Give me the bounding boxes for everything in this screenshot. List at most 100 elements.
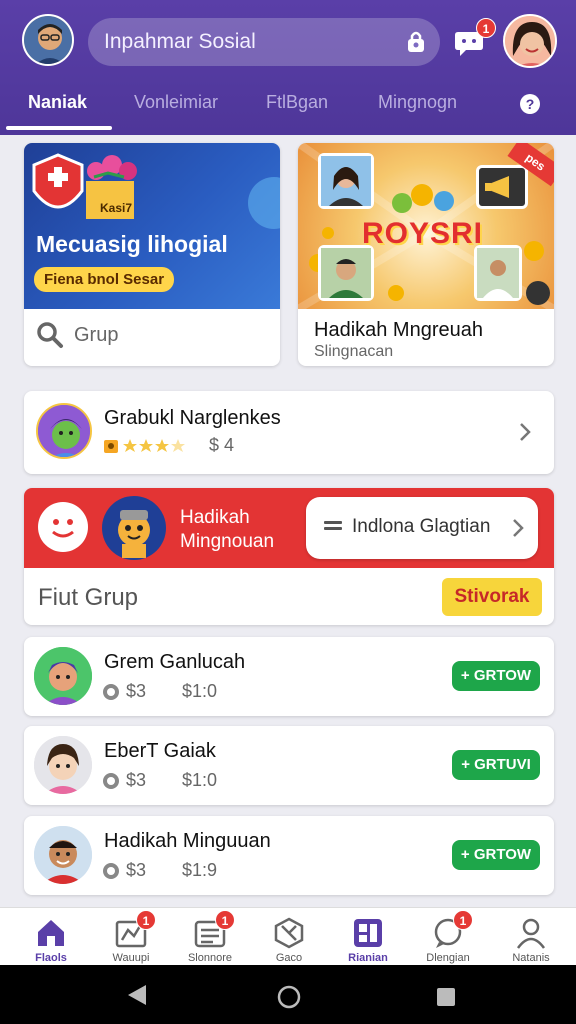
reward-bar[interactable]: Hadikah Mingnouan Indlona Glagtian	[24, 488, 554, 568]
promo-banner: Kasi7 Mecuasig lihogial Fiena bnol Sesar	[24, 143, 280, 309]
friend-card[interactable]: Grabukl Narglenkes $ 4	[24, 391, 554, 474]
nav-label: Slonnore	[187, 952, 233, 964]
reward-label: Hadikah Mingnouan	[180, 506, 320, 554]
reward-card: Hadikah Mingnouan Indlona Glagtian Fiut …	[24, 488, 554, 625]
promo-card-right[interactable]: ROYSRI pes Hadikah Mngreuah Slingnacan	[298, 143, 554, 366]
promo-card-left[interactable]: Kasi7 Mecuasig lihogial Fiena bnol Sesar…	[24, 143, 280, 366]
list-value-2: $1:0	[182, 770, 218, 790]
menu-icon	[324, 521, 342, 530]
nav-badge: 1	[453, 910, 473, 930]
tab-ftlbgan[interactable]: FtlBgan	[266, 92, 328, 113]
nav-badge: 1	[136, 910, 156, 930]
reward-pill-label: Indlona Glagtian	[352, 516, 491, 537]
friend-name: Grabukl Narglenkes	[104, 407, 281, 429]
promo-right-title: Hadikah Mngreuah	[314, 319, 483, 341]
thumb-player-2	[318, 245, 374, 301]
home-icon	[34, 916, 68, 950]
search-text: Inpahmar Sosial	[104, 30, 256, 53]
reward-pill-button[interactable]: Indlona Glagtian	[306, 497, 538, 559]
nav-badge: 1	[215, 910, 235, 930]
list-avatar	[34, 826, 92, 884]
list-value-1: $3	[126, 770, 147, 790]
megaphone-icon	[476, 165, 528, 209]
search-input[interactable]: Inpahmar Sosial	[88, 18, 440, 66]
nav-chat[interactable]: 1 Dlengian	[408, 910, 488, 964]
nav-home[interactable]: Flaols	[11, 916, 91, 964]
system-nav-bar	[0, 965, 576, 1024]
user-avatar[interactable]	[22, 14, 74, 66]
list-value-2: $1:0	[182, 681, 218, 701]
tab-bar: Naniak Vonleimiar FtlBgan Mingnogn ?	[0, 80, 576, 132]
section-action-button[interactable]: Stivorak	[442, 578, 542, 616]
header: Inpahmar Sosial 1 Naniak Vonleimiar FtlB…	[0, 0, 576, 135]
thumb-player-1	[318, 153, 374, 209]
friend-amount: $ 4	[209, 435, 235, 455]
grow-button[interactable]: + GRTOW	[452, 661, 540, 691]
active-tab-indicator	[6, 126, 112, 130]
list-value-2: $1:9	[182, 860, 218, 880]
promo-pill[interactable]: Fiena bnol Sesar	[34, 267, 175, 292]
list-icon: 1	[193, 910, 235, 950]
person-icon	[514, 916, 548, 950]
tab-vonleimiar[interactable]: Vonleimiar	[134, 92, 218, 113]
grup-row[interactable]: Grup	[36, 321, 118, 355]
profile-avatar[interactable]	[503, 14, 557, 68]
nav-profile[interactable]: Natanis	[491, 916, 571, 964]
grow-button[interactable]: + GRTUVI	[452, 750, 540, 780]
chevron-right-icon	[513, 519, 524, 537]
recents-icon[interactable]	[437, 988, 455, 1006]
tab-mingnogn[interactable]: Mingnogn	[378, 92, 457, 113]
logo-text: Kasi7	[100, 201, 133, 215]
thumb-player-3	[474, 245, 522, 301]
shield-gift-icon	[32, 153, 280, 229]
chart-icon: 1	[114, 910, 156, 950]
coin-icon	[103, 863, 119, 879]
list-item[interactable]: EberT Gaiak $3 $1:0 + GRTUVI	[24, 726, 554, 805]
tab-naniak[interactable]: Naniak	[28, 92, 87, 113]
list-name: Grem Ganlucah	[104, 651, 246, 673]
lock-icon[interactable]	[406, 30, 426, 54]
list-item[interactable]: Hadikah Minguuan $3 $1:9 + GRTOW	[24, 816, 554, 895]
nav-grid[interactable]: Rianian	[328, 916, 408, 964]
list-value-1: $3	[126, 681, 147, 701]
nav-chart[interactable]: 1 Wauupi	[91, 910, 171, 964]
nav-label: Rianian	[348, 952, 388, 964]
reward-label-line1: Hadikah	[180, 507, 250, 528]
game-logo-text: ROYSRI	[362, 217, 484, 250]
list-name: EberT Gaiak	[104, 740, 216, 762]
chat-badge: 1	[476, 18, 496, 38]
chat-button[interactable]: 1	[452, 18, 496, 60]
friend-meta: $ 4	[104, 435, 234, 456]
list-avatar	[34, 736, 92, 794]
chat-icon: 1	[431, 910, 473, 950]
list-item[interactable]: Grem Ganlucah $3 $1:0 + GRTOW	[24, 637, 554, 716]
promo-right-subtitle: Slingnacan	[314, 343, 394, 360]
home-button-icon[interactable]	[277, 985, 301, 1009]
grow-button[interactable]: + GRTOW	[452, 840, 540, 870]
nav-game[interactable]: Gaco	[249, 916, 329, 964]
friend-avatar	[36, 403, 92, 459]
search-icon	[37, 322, 63, 348]
nav-label: Flaols	[35, 952, 67, 964]
promo-title: Mecuasig lihogial	[36, 231, 228, 257]
reward-label-line2: Mingnouan	[180, 531, 275, 552]
mascot-avatar	[102, 496, 166, 560]
hexagon-check-icon	[272, 916, 306, 950]
list-name: Hadikah Minguuan	[104, 830, 271, 852]
back-icon[interactable]	[128, 985, 146, 1005]
grup-label: Grup	[74, 324, 119, 346]
coin-icon	[103, 773, 119, 789]
section-title: Fiut Grup	[38, 584, 139, 611]
nav-label: Dlengian	[426, 952, 470, 964]
rating-stars	[104, 439, 185, 454]
help-icon[interactable]: ?	[520, 94, 540, 114]
list-value-1: $3	[126, 860, 147, 880]
smile-icon	[38, 502, 88, 552]
grid-icon	[351, 916, 385, 950]
nav-label: Gaco	[275, 952, 303, 964]
list-avatar	[34, 647, 92, 705]
bottom-nav: Flaols 1 Wauupi 1 Slonnore Gaco Rianian …	[0, 907, 576, 965]
chevron-right-icon[interactable]	[518, 421, 532, 443]
coin-icon	[103, 684, 119, 700]
nav-list[interactable]: 1 Slonnore	[170, 910, 250, 964]
